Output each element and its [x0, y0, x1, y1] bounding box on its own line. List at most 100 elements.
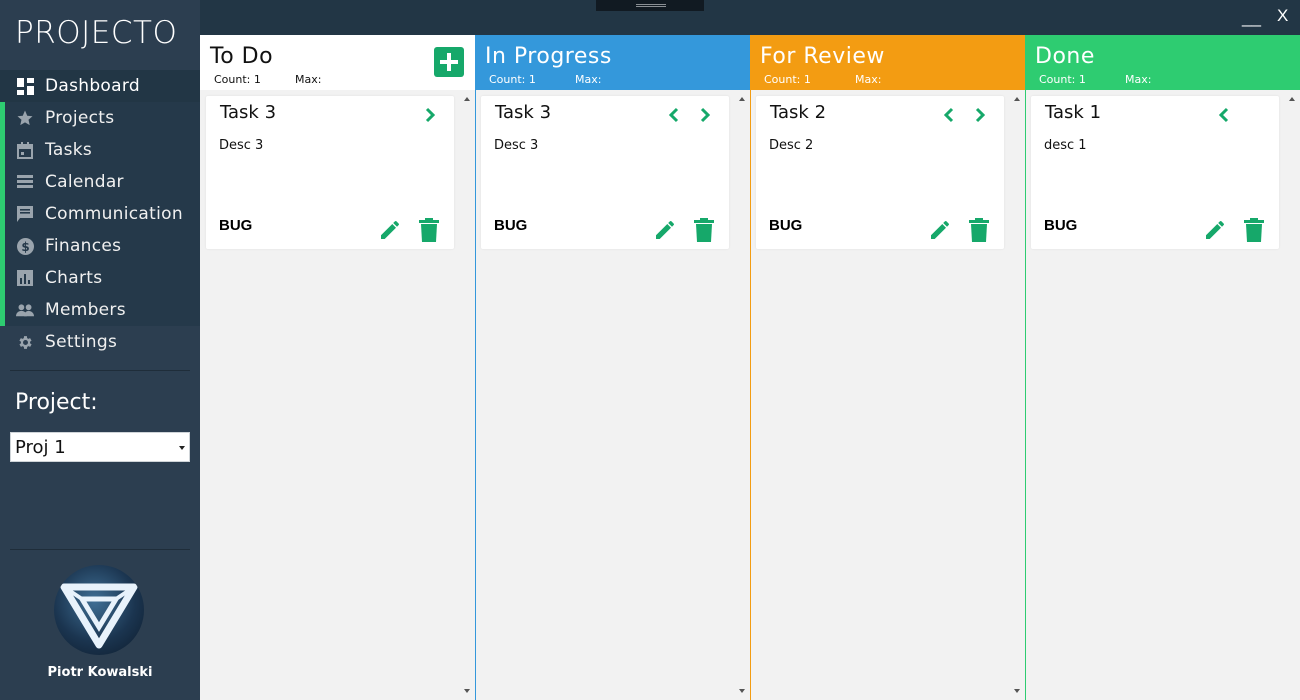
task-title: Task 2 — [770, 102, 827, 123]
move-left-button[interactable] — [667, 106, 681, 124]
move-left-button[interactable] — [1217, 106, 1231, 124]
column-title: For Review — [760, 44, 885, 69]
sidebar-item-tasks[interactable]: Tasks — [0, 134, 200, 166]
edit-task-button[interactable] — [1203, 218, 1227, 242]
move-right-button[interactable] — [423, 106, 437, 124]
minimize-button[interactable]: __ — [1242, 8, 1261, 28]
sidebar-divider — [10, 370, 190, 371]
column-done: Done Count: 1 Max: Task 1 desc 1 BUG — [1025, 35, 1300, 700]
edit-task-button[interactable] — [928, 218, 952, 242]
app-logo: PROJECTO — [15, 15, 178, 51]
pencil-icon — [931, 221, 949, 239]
drag-handle[interactable] — [596, 0, 704, 11]
column-for-review: For Review Count: 1 Max: Task 2 Desc 2 B… — [750, 35, 1025, 700]
trash-icon — [419, 218, 439, 242]
column-max: Max: — [1125, 73, 1152, 86]
scroll-down-arrow[interactable] — [739, 689, 745, 693]
chat-icon — [16, 205, 34, 223]
dollar-icon: $ — [16, 237, 34, 255]
chevron-left-icon — [669, 107, 679, 123]
delete-task-button[interactable] — [694, 218, 714, 242]
sidebar-item-label: Tasks — [45, 140, 93, 160]
scroll-down-arrow[interactable] — [1014, 689, 1020, 693]
sidebar-item-calendar[interactable]: Calendar — [0, 166, 200, 198]
svg-text:$: $ — [21, 240, 29, 254]
edit-task-button[interactable] — [653, 218, 677, 242]
people-icon — [16, 301, 34, 319]
task-tag: BUG — [219, 217, 253, 234]
scroll-down-arrow[interactable] — [464, 689, 470, 693]
sidebar-item-settings[interactable]: Settings — [0, 326, 200, 358]
scroll-up-arrow[interactable] — [739, 97, 745, 101]
column-title: Done — [1035, 44, 1095, 69]
move-right-button[interactable] — [973, 106, 987, 124]
project-select[interactable]: Proj 1 — [10, 432, 190, 462]
task-card[interactable]: Task 2 Desc 2 BUG — [756, 96, 1004, 249]
sidebar-item-dashboard[interactable]: Dashboard — [0, 70, 200, 102]
sidebar-item-label: Calendar — [45, 172, 124, 192]
gear-icon — [16, 333, 34, 351]
pencil-icon — [1206, 221, 1224, 239]
sidebar-item-finances[interactable]: $ Finances — [0, 230, 200, 262]
column-header: In Progress Count: 1 Max: — [475, 35, 750, 90]
sidebar-nav: Dashboard Projects Tasks Calendar Commun… — [0, 70, 200, 358]
sidebar-item-charts[interactable]: Charts — [0, 262, 200, 294]
sidebar: PROJECTO Dashboard Projects Tasks Calend… — [0, 0, 200, 700]
column-body[interactable]: Task 1 desc 1 BUG — [1026, 90, 1300, 700]
sidebar-item-label: Settings — [45, 332, 118, 352]
column-body[interactable]: Task 2 Desc 2 BUG — [751, 90, 1025, 700]
avatar[interactable] — [54, 565, 144, 655]
drag-handle-line — [636, 4, 666, 5]
pencil-icon — [381, 221, 399, 239]
column-body[interactable]: Task 3 Desc 3 BUG — [476, 90, 750, 700]
trash-icon — [1244, 218, 1264, 242]
sidebar-item-members[interactable]: Members — [0, 294, 200, 326]
column-header: To Do Count: 1 Max: — [200, 35, 475, 90]
column-header: Done Count: 1 Max: — [1025, 35, 1300, 90]
add-task-button[interactable] — [434, 47, 464, 77]
sidebar-item-projects[interactable]: Projects — [0, 102, 200, 134]
column-header: For Review Count: 1 Max: — [750, 35, 1025, 90]
column-count: Count: 1 — [764, 73, 811, 86]
chevron-right-icon — [975, 107, 985, 123]
sidebar-item-label: Projects — [45, 108, 115, 128]
sidebar-item-label: Communication — [45, 204, 183, 224]
move-right-button[interactable] — [698, 106, 712, 124]
edit-task-button[interactable] — [378, 218, 402, 242]
column-max: Max: — [295, 73, 322, 86]
bar-chart-icon — [16, 269, 34, 287]
column-max: Max: — [575, 73, 602, 86]
column-body[interactable]: Task 3 Desc 3 BUG — [200, 90, 475, 700]
project-label: Project: — [15, 390, 98, 415]
column-count: Count: 1 — [214, 73, 261, 86]
task-card[interactable]: Task 1 desc 1 BUG — [1031, 96, 1279, 249]
column-in-progress: In Progress Count: 1 Max: Task 3 Desc 3 … — [475, 35, 750, 700]
chevron-right-icon — [700, 107, 710, 123]
close-button[interactable]: X — [1277, 6, 1288, 26]
scroll-up-arrow[interactable] — [1289, 97, 1295, 101]
column-max: Max: — [855, 73, 882, 86]
sidebar-item-label: Finances — [45, 236, 122, 256]
chevron-left-icon — [1219, 107, 1229, 123]
task-card[interactable]: Task 3 Desc 3 BUG — [206, 96, 454, 249]
scroll-up-arrow[interactable] — [1014, 97, 1020, 101]
sidebar-item-label: Charts — [45, 268, 103, 288]
task-card[interactable]: Task 3 Desc 3 BUG — [481, 96, 729, 249]
list-icon — [16, 173, 34, 191]
column-title: In Progress — [485, 44, 612, 69]
delete-task-button[interactable] — [1244, 218, 1264, 242]
task-tag: BUG — [769, 217, 803, 234]
delete-task-button[interactable] — [419, 218, 439, 242]
move-left-button[interactable] — [942, 106, 956, 124]
scroll-up-arrow[interactable] — [464, 97, 470, 101]
sidebar-item-communication[interactable]: Communication — [0, 198, 200, 230]
column-title: To Do — [210, 44, 274, 69]
user-name: Piotr Kowalski — [47, 665, 153, 680]
task-title: Task 1 — [1045, 102, 1102, 123]
chevron-left-icon — [944, 107, 954, 123]
task-description: Desc 2 — [769, 138, 814, 153]
task-description: Desc 3 — [494, 138, 539, 153]
column-count: Count: 1 — [1039, 73, 1086, 86]
delete-task-button[interactable] — [969, 218, 989, 242]
task-tag: BUG — [494, 217, 528, 234]
